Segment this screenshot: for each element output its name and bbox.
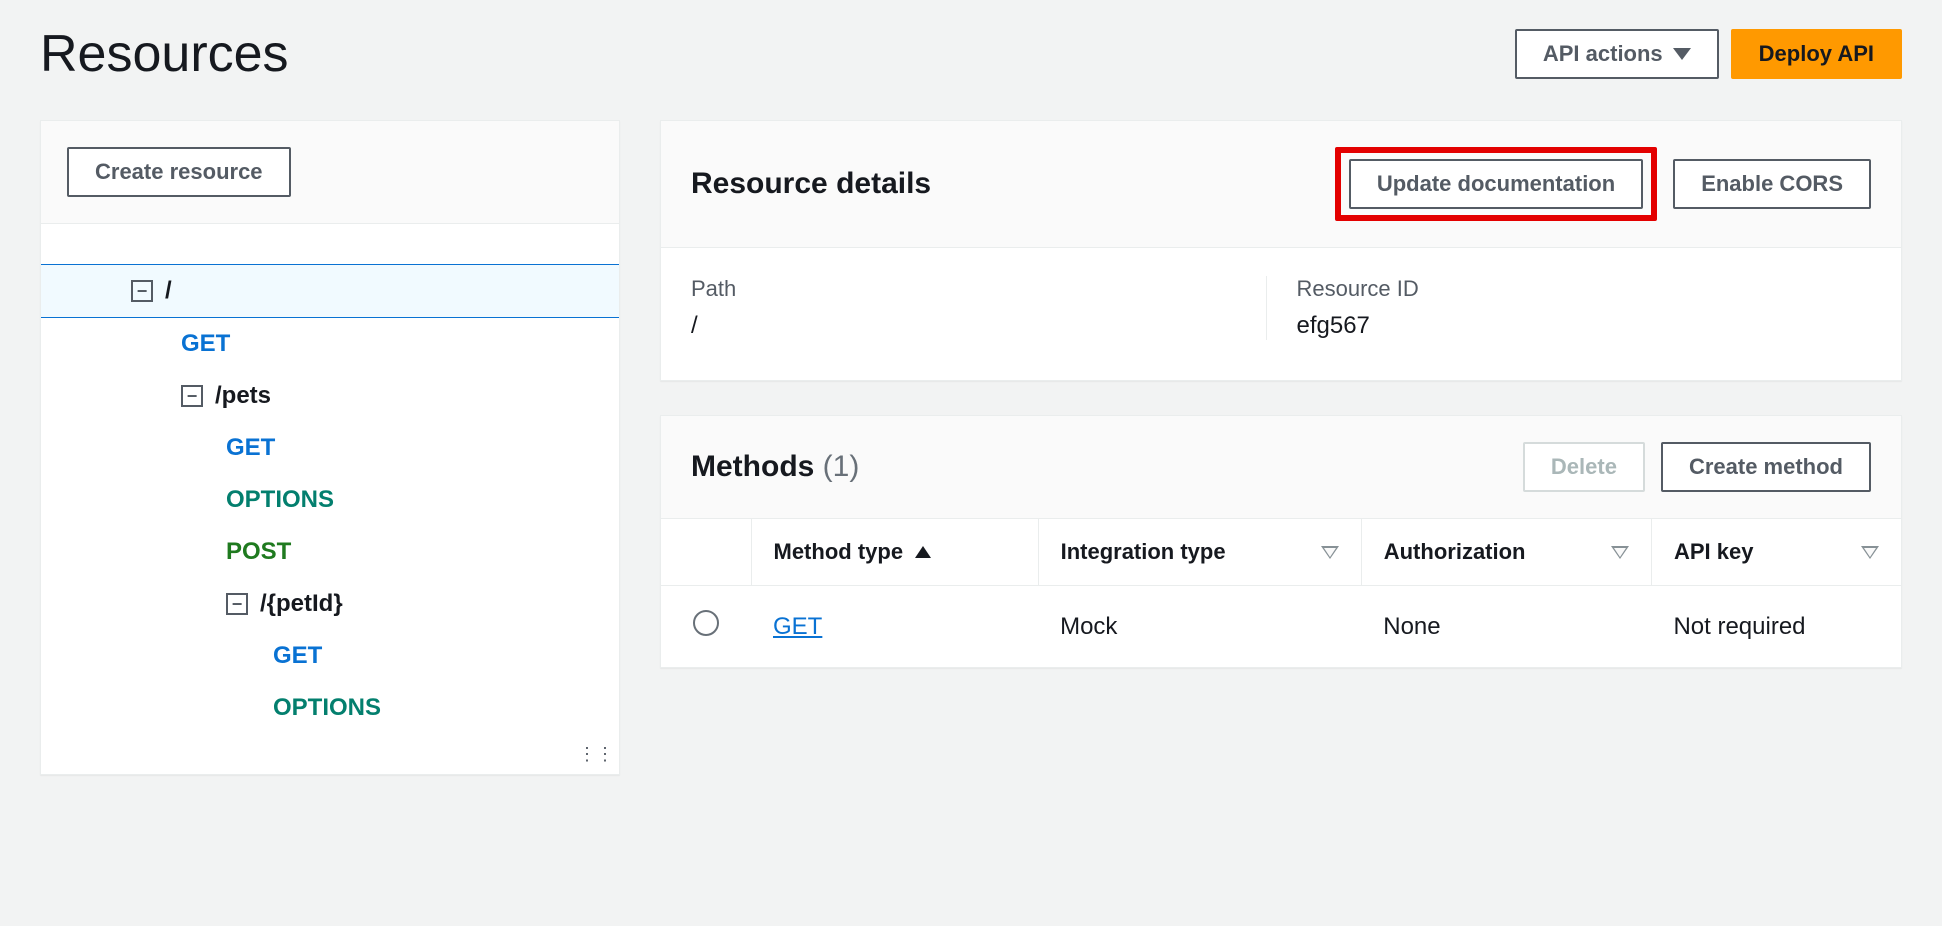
tree-item-label: POST [226, 538, 291, 566]
update-documentation-button[interactable]: Update documentation [1349, 159, 1643, 209]
tree-item-pets-post[interactable]: POST [41, 526, 619, 578]
tree-item-petid-options[interactable]: OPTIONS [41, 682, 619, 734]
tree-item-label: OPTIONS [226, 486, 334, 514]
col-authorization-label: Authorization [1384, 539, 1526, 565]
path-label: Path [691, 276, 1266, 302]
tree-item-pets-options[interactable]: OPTIONS [41, 474, 619, 526]
create-resource-label: Create resource [95, 159, 263, 185]
col-integration-type[interactable]: Integration type [1038, 519, 1361, 586]
delete-method-button[interactable]: Delete [1523, 442, 1645, 492]
resource-tree: − / GET − /pets GET OPTIONS [41, 224, 619, 774]
caret-down-icon [1673, 48, 1691, 60]
page-title: Resources [40, 24, 289, 84]
update-documentation-highlight: Update documentation [1335, 147, 1657, 221]
enable-cors-button[interactable]: Enable CORS [1673, 159, 1871, 209]
tree-item-label: /{petId} [260, 590, 343, 618]
tree-item-root-get[interactable]: GET [41, 318, 619, 370]
tree-item-petid[interactable]: − /{petId} [41, 578, 619, 630]
tree-item-label: GET [181, 330, 230, 358]
method-link[interactable]: GET [773, 613, 822, 640]
col-method-type[interactable]: Method type [751, 519, 1038, 586]
tree-item-label: GET [226, 434, 275, 462]
col-method-type-label: Method type [774, 539, 904, 565]
sort-icon [1321, 546, 1339, 559]
resource-details-title: Resource details [691, 167, 931, 201]
tree-item-pets[interactable]: − /pets [41, 370, 619, 422]
tree-item-label: GET [273, 642, 322, 670]
col-api-key[interactable]: API key [1651, 519, 1901, 586]
api-actions-button[interactable]: API actions [1515, 29, 1719, 79]
cell-integration: Mock [1038, 586, 1361, 668]
collapse-icon[interactable]: − [181, 385, 203, 407]
tree-item-label: OPTIONS [273, 694, 381, 722]
resource-id-label: Resource ID [1297, 276, 1872, 302]
tree-item-pets-get[interactable]: GET [41, 422, 619, 474]
resource-id-value: efg567 [1297, 312, 1872, 340]
tree-item-label: /pets [215, 382, 271, 410]
deploy-api-label: Deploy API [1759, 41, 1874, 67]
cell-api-key: Not required [1651, 586, 1901, 668]
update-documentation-label: Update documentation [1377, 171, 1615, 197]
create-method-label: Create method [1689, 454, 1843, 480]
resources-sidebar: Create resource − / GET − /pets [40, 120, 620, 775]
path-value: / [691, 312, 1266, 340]
col-api-key-label: API key [1674, 539, 1754, 565]
resize-handle-icon[interactable]: ⋮⋮ [578, 744, 620, 765]
resource-details-panel: Resource details Update documentation En… [660, 120, 1902, 381]
col-authorization[interactable]: Authorization [1361, 519, 1651, 586]
enable-cors-label: Enable CORS [1701, 171, 1843, 197]
sort-icon [1611, 546, 1629, 559]
methods-panel: Methods (1) Delete Create method [660, 415, 1902, 668]
cell-authorization: None [1361, 586, 1651, 668]
tree-item-root[interactable]: − / [41, 264, 619, 318]
api-actions-label: API actions [1543, 41, 1663, 67]
create-resource-button[interactable]: Create resource [67, 147, 291, 197]
collapse-icon[interactable]: − [226, 593, 248, 615]
methods-table: Method type Integration type [661, 519, 1901, 667]
methods-title: Methods (1) [691, 450, 859, 484]
col-integration-type-label: Integration type [1061, 539, 1226, 565]
sort-asc-icon [915, 546, 931, 558]
methods-count: (1) [823, 450, 860, 483]
col-select [661, 519, 751, 586]
tree-item-label: / [165, 277, 172, 305]
deploy-api-button[interactable]: Deploy API [1731, 29, 1902, 79]
create-method-button[interactable]: Create method [1661, 442, 1871, 492]
table-row[interactable]: GET Mock None Not required [661, 586, 1901, 668]
sort-icon [1861, 546, 1879, 559]
delete-method-label: Delete [1551, 454, 1617, 480]
collapse-icon[interactable]: − [131, 280, 153, 302]
row-radio[interactable] [693, 610, 719, 636]
tree-item-petid-get[interactable]: GET [41, 630, 619, 682]
methods-title-text: Methods [691, 450, 814, 483]
